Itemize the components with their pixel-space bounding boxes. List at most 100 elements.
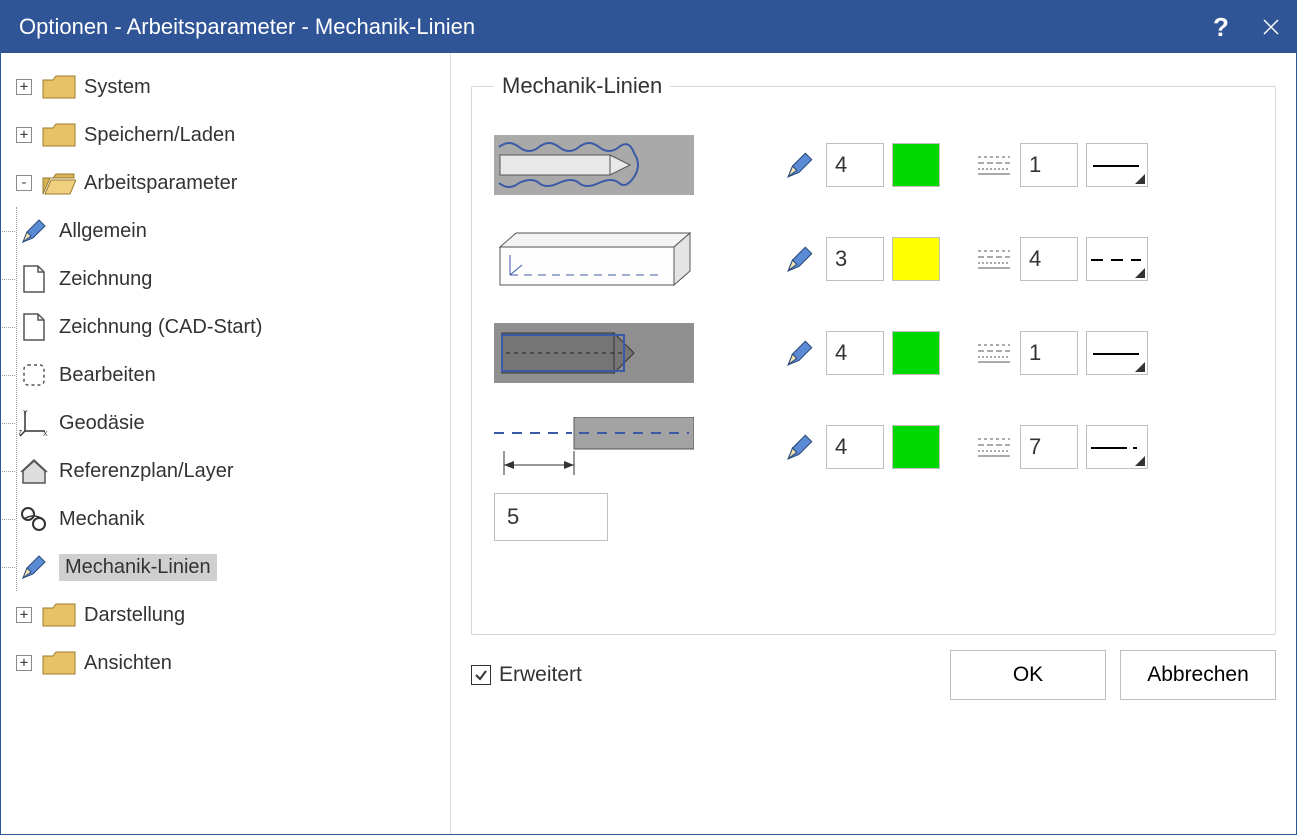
- pattern-icon: [978, 154, 1010, 176]
- extension-value: 5: [507, 504, 519, 530]
- dropdown-arrow-icon: [1135, 362, 1145, 372]
- color-swatch[interactable]: [892, 425, 940, 469]
- close-button[interactable]: [1246, 1, 1296, 53]
- pattern-icon: [978, 248, 1010, 270]
- nav-tree: + System + Speichern/Laden: [1, 53, 451, 834]
- line-setting-row: 3 4: [494, 229, 1253, 289]
- help-icon: ?: [1213, 12, 1229, 43]
- extension-value-input[interactable]: 5: [494, 493, 608, 541]
- expand-icon[interactable]: +: [16, 607, 32, 623]
- folder-icon: [42, 70, 76, 104]
- pattern-preview[interactable]: [1086, 237, 1148, 281]
- tree-label: System: [84, 76, 151, 99]
- tree-node-zeichnung[interactable]: Zeichnung: [17, 255, 445, 303]
- dropdown-arrow-icon: [1135, 174, 1145, 184]
- help-button[interactable]: ?: [1196, 1, 1246, 53]
- house-icon: [17, 454, 51, 488]
- tree-node-arbeitsparameter[interactable]: - Arbeitsparameter: [16, 159, 445, 207]
- tree-node-bearbeiten[interactable]: Bearbeiten: [17, 351, 445, 399]
- tree-node-system[interactable]: + System: [16, 63, 445, 111]
- tree-label: Speichern/Laden: [84, 124, 235, 147]
- mechanik-linien-group: Mechanik-Linien 4: [471, 73, 1276, 635]
- tree-label: Darstellung: [84, 604, 185, 627]
- pen-value: 4: [835, 152, 847, 178]
- pen-number-input[interactable]: 4: [826, 425, 884, 469]
- pattern-icon: [978, 436, 1010, 458]
- pattern-number-input[interactable]: 7: [1020, 425, 1078, 469]
- pattern-preview[interactable]: [1086, 143, 1148, 187]
- pen-value: 3: [835, 246, 847, 272]
- pattern-value: 7: [1029, 434, 1041, 460]
- tree-node-geodaesie[interactable]: YXZ Geodäsie: [17, 399, 445, 447]
- ok-button[interactable]: OK: [950, 650, 1106, 700]
- tree-label: Mechanik-Linien: [59, 554, 217, 581]
- folder-icon: [42, 646, 76, 680]
- checkmark-icon: [471, 665, 491, 685]
- tree-label: Zeichnung (CAD-Start): [59, 316, 262, 339]
- line-setting-row: 4 7: [494, 417, 1253, 477]
- tree-label: Zeichnung: [59, 268, 152, 291]
- axes-icon: YXZ: [17, 406, 51, 440]
- folder-icon: [42, 598, 76, 632]
- color-swatch[interactable]: [892, 143, 940, 187]
- pencil-icon: [784, 337, 816, 369]
- pattern-number-input[interactable]: 1: [1020, 143, 1078, 187]
- preview-dimension-icon[interactable]: [494, 417, 694, 477]
- tree-label: Arbeitsparameter: [84, 172, 237, 195]
- expand-icon[interactable]: +: [16, 127, 32, 143]
- collapse-icon[interactable]: -: [16, 175, 32, 191]
- pattern-preview[interactable]: [1086, 331, 1148, 375]
- main-panel: Mechanik-Linien 4: [451, 53, 1296, 834]
- close-icon: [1263, 19, 1279, 35]
- tree-label: Geodäsie: [59, 412, 145, 435]
- tree-label: Bearbeiten: [59, 364, 156, 387]
- tree-label: Allgemein: [59, 220, 147, 243]
- svg-text:Y: Y: [23, 410, 28, 417]
- group-legend: Mechanik-Linien: [494, 73, 670, 99]
- color-swatch[interactable]: [892, 237, 940, 281]
- line-setting-row: 4 1: [494, 135, 1253, 195]
- preview-weld-icon[interactable]: [494, 135, 694, 195]
- pattern-preview[interactable]: [1086, 425, 1148, 469]
- pencil-icon: [784, 431, 816, 463]
- pattern-value: 1: [1029, 152, 1041, 178]
- tree-node-mechanik-linien[interactable]: Mechanik-Linien: [17, 543, 445, 591]
- preview-cylinder-icon[interactable]: [494, 323, 694, 383]
- document-icon: [17, 262, 51, 296]
- tree-label: Ansichten: [84, 652, 172, 675]
- pattern-number-input[interactable]: 4: [1020, 237, 1078, 281]
- gears-icon: [17, 502, 51, 536]
- select-icon: [17, 358, 51, 392]
- options-dialog: Optionen - Arbeitsparameter - Mechanik-L…: [0, 0, 1297, 835]
- folder-open-icon: [42, 166, 76, 200]
- pen-value: 4: [835, 434, 847, 460]
- pencil-icon: [784, 149, 816, 181]
- pen-number-input[interactable]: 4: [826, 331, 884, 375]
- tree-node-darstellung[interactable]: + Darstellung: [16, 591, 445, 639]
- cancel-button[interactable]: Abbrechen: [1120, 650, 1276, 700]
- pattern-number-input[interactable]: 1: [1020, 331, 1078, 375]
- extended-checkbox[interactable]: Erweitert: [471, 663, 582, 687]
- tree-node-save-load[interactable]: + Speichern/Laden: [16, 111, 445, 159]
- tree-node-mechanik[interactable]: Mechanik: [17, 495, 445, 543]
- dialog-footer: Erweitert OK Abbrechen: [471, 635, 1276, 715]
- color-swatch[interactable]: [892, 331, 940, 375]
- pen-value: 4: [835, 340, 847, 366]
- preview-box-icon[interactable]: [494, 229, 694, 289]
- tree-node-allgemein[interactable]: Allgemein: [17, 207, 445, 255]
- tree-label: Referenzplan/Layer: [59, 460, 234, 483]
- window-title: Optionen - Arbeitsparameter - Mechanik-L…: [19, 14, 475, 40]
- expand-icon[interactable]: +: [16, 79, 32, 95]
- dropdown-arrow-icon: [1135, 268, 1145, 278]
- pen-number-input[interactable]: 4: [826, 143, 884, 187]
- checkbox-label: Erweitert: [499, 663, 582, 687]
- tree-node-ansichten[interactable]: + Ansichten: [16, 639, 445, 687]
- tree-node-zeichnung-cad[interactable]: Zeichnung (CAD-Start): [17, 303, 445, 351]
- pattern-value: 1: [1029, 340, 1041, 366]
- expand-icon[interactable]: +: [16, 655, 32, 671]
- svg-text:X: X: [43, 431, 48, 437]
- pen-number-input[interactable]: 3: [826, 237, 884, 281]
- tree-node-referenzplan[interactable]: Referenzplan/Layer: [17, 447, 445, 495]
- pencil-icon: [17, 214, 51, 248]
- dropdown-arrow-icon: [1135, 456, 1145, 466]
